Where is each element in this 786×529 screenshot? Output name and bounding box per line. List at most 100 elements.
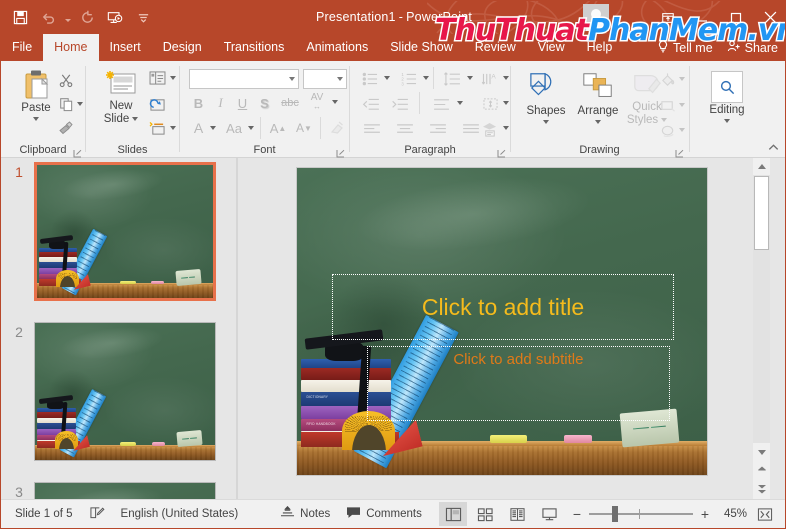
tab-animations[interactable]: Animations — [295, 34, 379, 61]
zoom-out-button[interactable]: − — [571, 506, 583, 522]
shape-effects-button[interactable] — [658, 121, 678, 141]
spellcheck-button[interactable] — [81, 500, 113, 528]
copy-dropdown-icon[interactable] — [77, 102, 83, 106]
undo-dropdown-icon[interactable] — [63, 5, 72, 31]
tab-slide-show[interactable]: Slide Show — [379, 34, 464, 61]
view-slide-show-button[interactable] — [535, 502, 563, 526]
cut-button[interactable] — [56, 71, 76, 89]
character-spacing-button[interactable]: AV ↔ — [305, 91, 329, 113]
font-name-dropdown-icon[interactable] — [289, 77, 295, 81]
tab-transitions[interactable]: Transitions — [213, 34, 296, 61]
editing-dropdown-icon[interactable] — [724, 119, 730, 123]
bullets-button[interactable] — [359, 69, 381, 89]
customize-qat-icon[interactable] — [130, 5, 156, 31]
tab-help[interactable]: Help — [576, 34, 624, 61]
columns-button[interactable] — [479, 94, 501, 114]
italic-button[interactable]: I — [211, 93, 230, 113]
shape-effects-dropdown-icon[interactable] — [679, 128, 685, 132]
fit-to-window-button[interactable] — [751, 502, 779, 526]
reset-button[interactable] — [146, 95, 168, 113]
thumbnail-slide-3[interactable]: 3 — [1, 478, 231, 499]
align-left-button[interactable] — [359, 119, 385, 139]
tell-me-button[interactable]: Tell me — [652, 34, 718, 61]
format-painter-button[interactable] — [56, 119, 76, 137]
language-indicator[interactable]: English (United States) — [113, 500, 247, 528]
section-dropdown-icon[interactable] — [170, 126, 176, 130]
thumbnail-slide-2[interactable]: 2 — [1, 318, 231, 476]
text-direction-button[interactable]: A — [479, 69, 501, 89]
slide-scroll-thumb[interactable] — [754, 176, 769, 250]
tab-view[interactable]: View — [527, 34, 576, 61]
view-reading-button[interactable] — [503, 502, 531, 526]
slide-canvas[interactable]: RFID HANDBOOK DICTIONARY Click to add ti… — [296, 167, 708, 476]
change-case-button[interactable]: Aa — [222, 117, 246, 139]
shapes-dropdown-icon[interactable] — [543, 120, 549, 124]
next-slide-button[interactable] — [753, 481, 770, 498]
zoom-in-button[interactable]: + — [699, 506, 711, 522]
align-right-button[interactable] — [425, 119, 451, 139]
clear-formatting-button[interactable] — [326, 117, 348, 139]
redo-icon[interactable] — [74, 5, 100, 31]
thumbnail-frame-2[interactable] — [34, 322, 216, 461]
section-button[interactable] — [146, 119, 168, 137]
columns-dropdown-icon[interactable] — [503, 101, 509, 105]
view-normal-button[interactable] — [439, 502, 467, 526]
clipboard-dialog-launcher[interactable] — [73, 145, 82, 158]
align-text-button[interactable] — [429, 94, 455, 114]
tab-design[interactable]: Design — [152, 34, 213, 61]
paste-dropdown-icon[interactable] — [33, 117, 39, 121]
font-name-box[interactable] — [189, 69, 299, 89]
start-from-beginning-icon[interactable] — [102, 5, 128, 31]
font-size-box[interactable] — [303, 69, 347, 89]
align-text-dropdown-icon[interactable] — [457, 101, 463, 105]
arrange-dropdown-icon[interactable] — [595, 120, 601, 124]
text-shadow-button[interactable]: S — [255, 93, 274, 113]
shapes-button[interactable]: Shapes — [520, 70, 572, 124]
line-spacing-dropdown-icon[interactable] — [467, 76, 473, 80]
slide-thumbnails-pane[interactable]: 1 2 3 — [1, 158, 237, 499]
editing-button[interactable]: Editing — [700, 71, 754, 123]
paste-button[interactable]: Paste — [11, 69, 61, 121]
increase-indent-button[interactable] — [388, 94, 412, 114]
font-size-dropdown-icon[interactable] — [337, 77, 343, 81]
bold-button[interactable]: B — [189, 93, 208, 113]
thumbnail-frame-1[interactable] — [34, 162, 216, 301]
pane-splitter[interactable] — [236, 158, 238, 499]
thumbnail-slide-1[interactable]: 1 — [1, 158, 231, 316]
layout-dropdown-icon[interactable] — [170, 76, 176, 80]
minimize-icon[interactable] — [685, 1, 719, 34]
paragraph-dialog-launcher[interactable] — [497, 145, 506, 158]
restore-icon[interactable] — [719, 1, 753, 34]
font-dialog-launcher[interactable] — [336, 145, 345, 158]
close-icon[interactable] — [753, 1, 785, 34]
ribbon-display-options-icon[interactable] — [651, 1, 685, 34]
shape-outline-button[interactable] — [658, 96, 678, 116]
zoom-slider[interactable] — [589, 506, 693, 522]
zoom-percentage[interactable]: 45% — [717, 508, 747, 520]
slide-scroll-down-button[interactable] — [753, 444, 770, 461]
underline-button[interactable]: U — [233, 93, 252, 113]
account-avatar[interactable] — [583, 4, 609, 31]
undo-icon[interactable] — [35, 5, 61, 31]
previous-slide-button[interactable] — [753, 463, 770, 480]
smartart-dropdown-icon[interactable] — [503, 126, 509, 130]
increase-font-size-button[interactable]: A ▲ — [267, 117, 289, 139]
drawing-dialog-launcher[interactable] — [675, 145, 684, 158]
layout-button[interactable] — [146, 69, 168, 87]
tab-insert[interactable]: Insert — [99, 34, 152, 61]
title-placeholder[interactable]: Click to add title — [331, 274, 675, 341]
font-color-button[interactable]: A — [189, 117, 208, 139]
notes-button[interactable]: Notes — [272, 500, 338, 528]
strikethrough-button[interactable]: abc — [278, 93, 302, 113]
tab-review[interactable]: Review — [464, 34, 527, 61]
share-button[interactable]: Share — [722, 34, 783, 61]
tab-file[interactable]: File — [1, 34, 43, 61]
save-icon[interactable] — [7, 5, 33, 31]
new-slide-button[interactable]: New Slide — [94, 69, 148, 125]
zoom-slider-handle[interactable] — [612, 506, 618, 522]
bullets-dropdown-icon[interactable] — [384, 76, 390, 80]
shape-fill-button[interactable] — [658, 70, 678, 90]
shape-fill-dropdown-icon[interactable] — [679, 77, 685, 81]
slide-area-scrollbar[interactable] — [753, 158, 770, 499]
change-case-dropdown-icon[interactable] — [248, 126, 254, 130]
